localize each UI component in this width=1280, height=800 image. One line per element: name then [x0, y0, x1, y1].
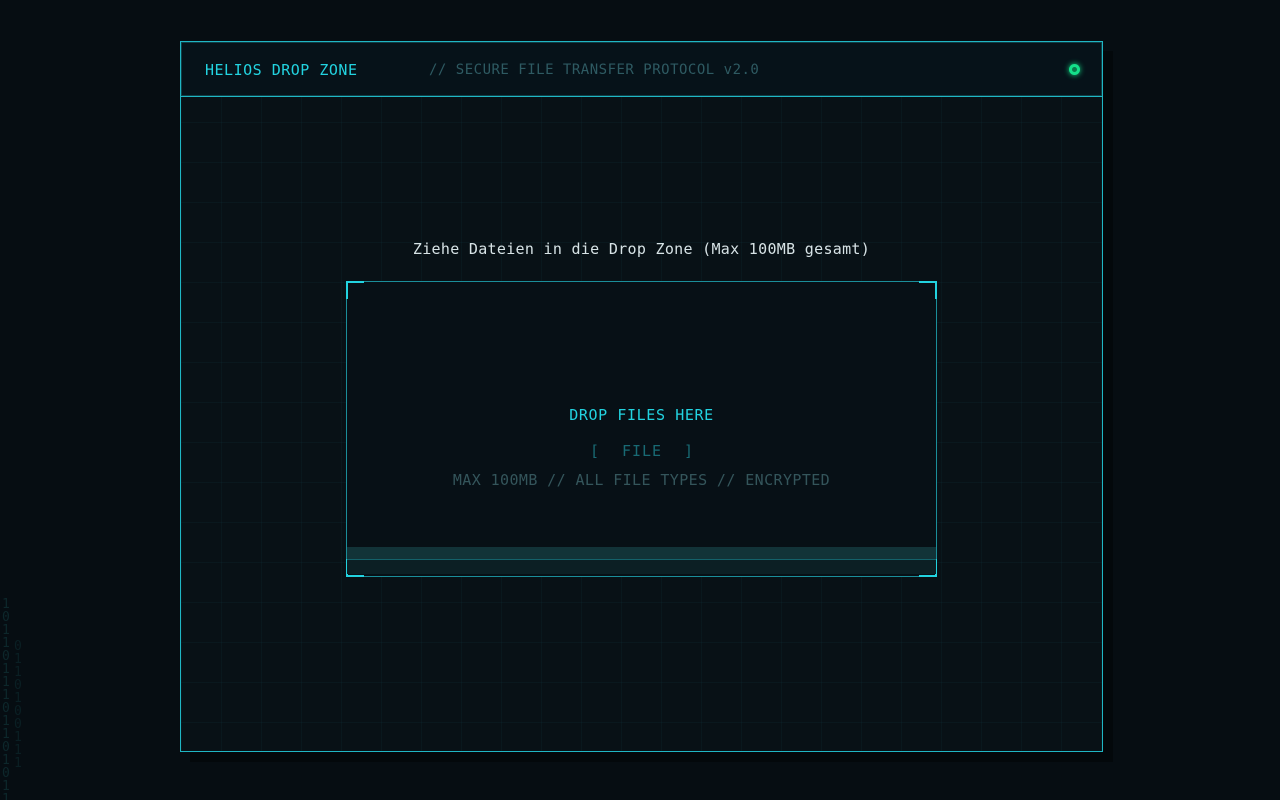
bracket-close: ]: [683, 442, 694, 460]
file-drop-zone[interactable]: DROP FILES HERE [ FILE ] MAX 100MB // AL…: [346, 281, 937, 577]
drop-files-label: DROP FILES HERE: [569, 406, 714, 424]
corner-bracket-top-left: [346, 281, 364, 299]
status-indicator-icon: [1069, 64, 1080, 75]
file-button-label: FILE: [621, 442, 663, 460]
upload-progress-bar: [347, 547, 936, 574]
window-titlebar: HELIOS DROP ZONE // SECURE FILE TRANSFER…: [181, 42, 1102, 97]
bracket-open: [: [590, 442, 601, 460]
app-title: HELIOS DROP ZONE: [205, 61, 358, 79]
upload-constraints-text: MAX 100MB // ALL FILE TYPES // ENCRYPTED: [452, 471, 831, 489]
binary-rain-decoration: 0 1 1 0 1 0 0 1 1 1: [14, 639, 22, 771]
corner-bracket-top-right: [919, 281, 937, 299]
protocol-label: // SECURE FILE TRANSFER PROTOCOL v2.0: [429, 62, 760, 78]
drop-zone-window: HELIOS DROP ZONE // SECURE FILE TRANSFER…: [180, 41, 1103, 752]
file-select-button[interactable]: [ FILE ]: [590, 441, 694, 461]
instruction-text: Ziehe Dateien in die Drop Zone (Max 100M…: [412, 240, 871, 258]
